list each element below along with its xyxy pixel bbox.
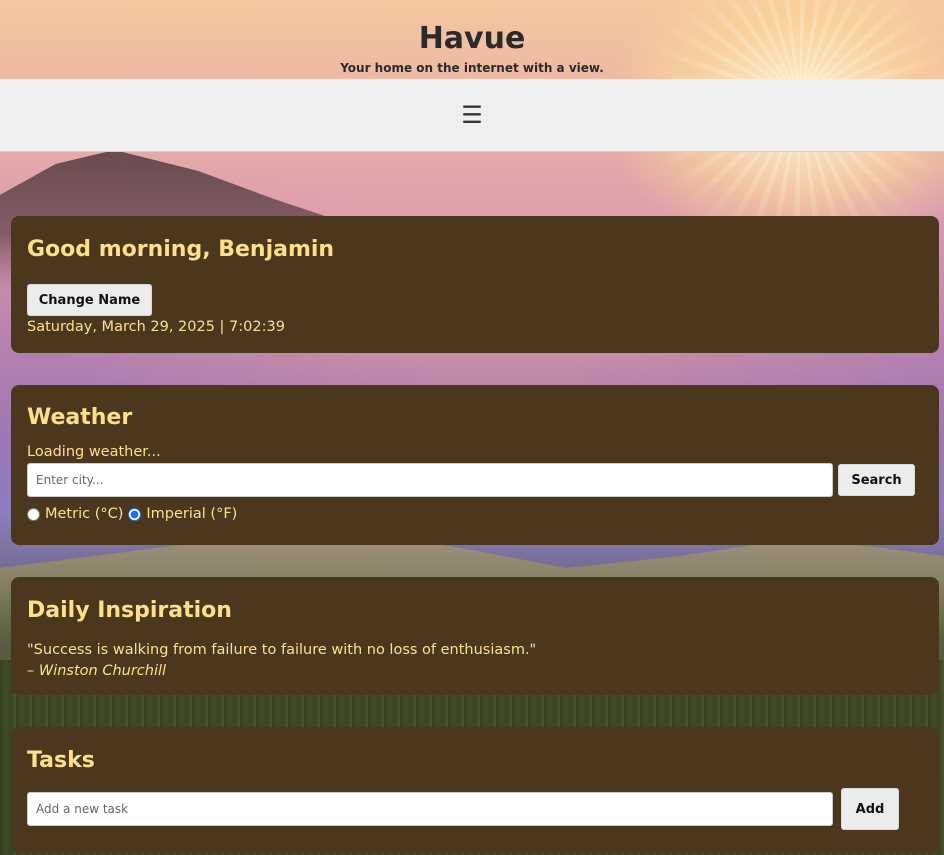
greeting-heading: Good morning, Benjamin (27, 237, 335, 262)
site-tagline: Your home on the internet with a view. (340, 61, 604, 75)
weather-search-row: Search (27, 463, 923, 497)
date-time: Saturday, March 29, 2025 | 7:02:39 (27, 319, 285, 335)
inspiration-heading: Daily Inspiration (27, 598, 232, 623)
search-button[interactable]: Search (838, 464, 915, 496)
metric-option[interactable]: Metric (°C) (27, 506, 123, 522)
tasks-card: Tasks Add (11, 727, 939, 853)
greeting-card: Good morning, Benjamin Change Name Satur… (11, 216, 939, 353)
inspiration-card: Daily Inspiration "Success is walking fr… (11, 577, 939, 695)
quote-author: – Winston Churchill (27, 663, 167, 679)
imperial-option[interactable]: Imperial (°F) (128, 506, 237, 522)
add-task-button[interactable]: Add (841, 788, 899, 830)
tasks-heading: Tasks (27, 748, 95, 773)
new-task-input[interactable] (27, 792, 833, 826)
site-title: Havue (418, 21, 526, 56)
weather-heading: Weather (27, 405, 133, 430)
unit-toggle: Metric (°C) Imperial (°F) (27, 506, 923, 522)
metric-radio[interactable] (27, 507, 40, 521)
metric-label: Metric (°C) (45, 506, 124, 522)
site-header: Havue Your home on the internet with a v… (0, 0, 944, 79)
change-name-button[interactable]: Change Name (27, 284, 152, 316)
imperial-label: Imperial (°F) (146, 506, 238, 522)
weather-status: Loading weather... (27, 444, 161, 460)
page: Havue Your home on the internet with a v… (0, 0, 944, 855)
task-entry-row: Add (27, 788, 923, 830)
hamburger-menu-icon[interactable]: ☰ (455, 99, 489, 131)
city-input[interactable] (27, 463, 833, 497)
imperial-radio[interactable] (128, 507, 142, 521)
quote-text: "Success is walking from failure to fail… (27, 642, 537, 658)
weather-card: Weather Loading weather... Search Metric… (11, 385, 939, 545)
navbar: ☰ (0, 79, 944, 152)
